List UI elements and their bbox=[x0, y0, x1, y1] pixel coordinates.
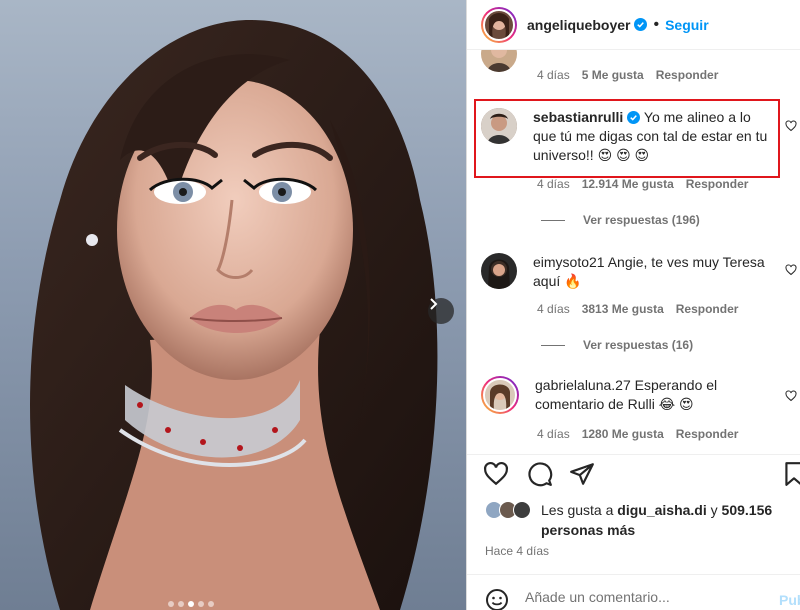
liker-avatar[interactable] bbox=[513, 501, 531, 519]
comment-like-heart-icon[interactable] bbox=[785, 390, 797, 402]
carousel-dot-active[interactable] bbox=[188, 601, 194, 607]
likes-suffix[interactable]: personas más bbox=[541, 522, 635, 538]
comment-like-heart-icon[interactable] bbox=[785, 120, 797, 132]
post-time-ago[interactable]: Hace 4 días bbox=[485, 544, 549, 558]
comment-likes[interactable]: 5 Me gusta bbox=[582, 68, 644, 82]
comment-reply-button[interactable]: Responder bbox=[686, 177, 749, 191]
portrait-illustration bbox=[30, 20, 438, 610]
header-separator: • bbox=[653, 15, 660, 33]
carousel-dot[interactable] bbox=[168, 601, 174, 607]
view-replies-button[interactable]: Ver respuestas (16) bbox=[541, 338, 693, 352]
comment-like-heart-icon[interactable] bbox=[785, 264, 797, 276]
comment-item: eimysoto21 Angie, te ves muy Teresa aquí… bbox=[481, 253, 773, 291]
comment-likes[interactable]: 3813 Me gusta bbox=[582, 302, 664, 316]
post-photo bbox=[0, 0, 466, 610]
comment-item bbox=[481, 50, 517, 72]
comment-body: gabrielaluna.27 Esperando el comentario … bbox=[535, 376, 775, 414]
commenter-avatar[interactable] bbox=[481, 50, 517, 72]
carousel-next-button[interactable] bbox=[428, 298, 454, 324]
carousel-dot[interactable] bbox=[198, 601, 204, 607]
comment-age: 4 días bbox=[537, 427, 570, 441]
view-replies-button[interactable]: Ver respuestas (196) bbox=[541, 213, 700, 227]
author-avatar[interactable] bbox=[481, 6, 517, 43]
share-send-icon[interactable] bbox=[569, 461, 595, 487]
likes-text: Les gusta a digu_aisha.di y 509.156 pers… bbox=[541, 500, 800, 540]
save-bookmark-icon[interactable] bbox=[781, 461, 800, 487]
comment-username[interactable]: eimysoto21 bbox=[533, 254, 605, 270]
highlight-box bbox=[474, 99, 780, 178]
comment-meta: 4 días 5 Me gusta Responder bbox=[537, 68, 718, 82]
like-heart-icon[interactable] bbox=[483, 461, 509, 487]
comment-body: eimysoto21 Angie, te ves muy Teresa aquí… bbox=[533, 253, 773, 291]
author-username[interactable]: angeliqueboyer bbox=[527, 17, 630, 33]
commenter-avatar[interactable] bbox=[481, 253, 517, 289]
comment-bubble-icon[interactable] bbox=[527, 461, 553, 487]
likes-connector: y bbox=[710, 502, 718, 518]
add-comment-input[interactable] bbox=[525, 589, 725, 605]
view-replies-label[interactable]: Ver respuestas (196) bbox=[583, 213, 700, 227]
comment-meta: 4 días 12.914 Me gusta Responder bbox=[537, 177, 748, 191]
post-actions bbox=[467, 454, 800, 494]
carousel-dots bbox=[168, 601, 214, 607]
comment-age: 4 días bbox=[537, 68, 570, 82]
comment-item: gabrielaluna.27 Esperando el comentario … bbox=[481, 376, 775, 414]
comment-reply-button[interactable]: Responder bbox=[676, 427, 739, 441]
comment-likes[interactable]: 1280 Me gusta bbox=[582, 427, 664, 441]
replies-divider bbox=[541, 344, 565, 346]
chevron-right-icon bbox=[430, 298, 438, 310]
emoji-smiley-icon[interactable] bbox=[485, 588, 509, 610]
comment-reply-button[interactable]: Responder bbox=[676, 302, 739, 316]
liker-username[interactable]: digu_aisha.di bbox=[617, 502, 706, 518]
comment-age: 4 días bbox=[537, 302, 570, 316]
comment-username[interactable]: gabrielaluna.27 bbox=[535, 377, 631, 393]
comments-panel: angeliqueboyer • Seguir 4 días 5 Me gust… bbox=[466, 0, 800, 610]
verified-badge-icon bbox=[634, 18, 648, 31]
commenter-avatar[interactable] bbox=[481, 376, 519, 414]
comment-age: 4 días bbox=[537, 177, 570, 191]
comment-meta: 4 días 1280 Me gusta Responder bbox=[537, 427, 738, 441]
likes-count[interactable]: 509.156 bbox=[722, 502, 773, 518]
comment-likes[interactable]: 12.914 Me gusta bbox=[582, 177, 674, 191]
carousel-dot[interactable] bbox=[178, 601, 184, 607]
likes-prefix: Les gusta a bbox=[541, 502, 614, 518]
carousel-dot[interactable] bbox=[208, 601, 214, 607]
comment-meta: 4 días 3813 Me gusta Responder bbox=[537, 302, 738, 316]
add-comment-bar: Publica bbox=[467, 574, 800, 610]
view-replies-label[interactable]: Ver respuestas (16) bbox=[583, 338, 693, 352]
replies-divider bbox=[541, 219, 565, 221]
post-header: angeliqueboyer • Seguir bbox=[467, 0, 800, 50]
comment-reply-button[interactable]: Responder bbox=[656, 68, 719, 82]
publish-button[interactable]: Publica bbox=[779, 592, 800, 608]
follow-button[interactable]: Seguir bbox=[665, 17, 709, 33]
